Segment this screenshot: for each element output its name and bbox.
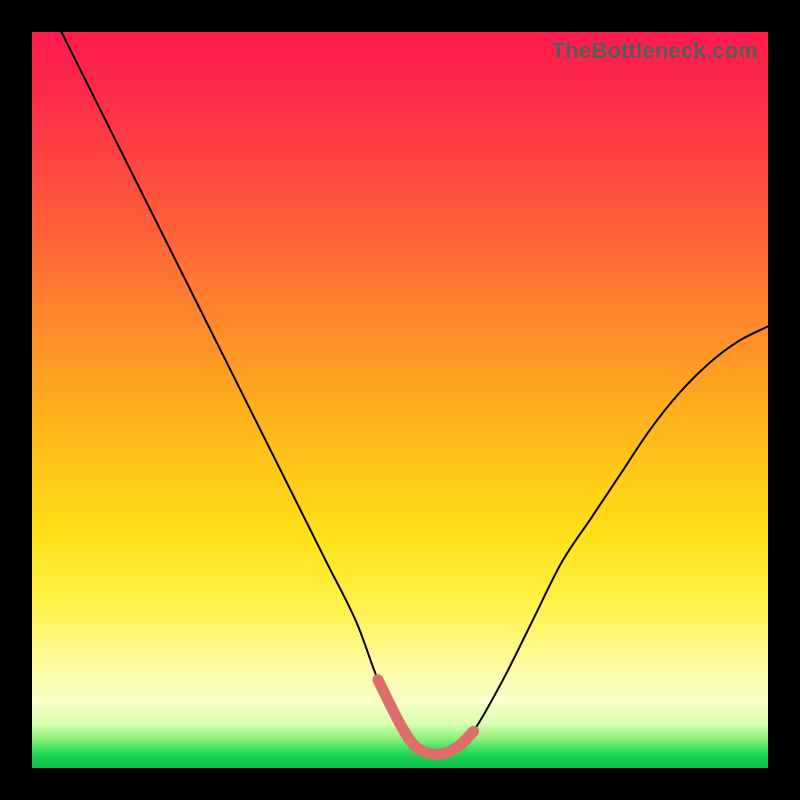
- chart-frame: TheBottleneck.com: [0, 0, 800, 800]
- chart-plot-area: TheBottleneck.com: [32, 32, 768, 768]
- optimal-zone-marker: [378, 680, 474, 755]
- bottleneck-curve: [61, 32, 768, 754]
- chart-overlay-svg: [32, 32, 768, 768]
